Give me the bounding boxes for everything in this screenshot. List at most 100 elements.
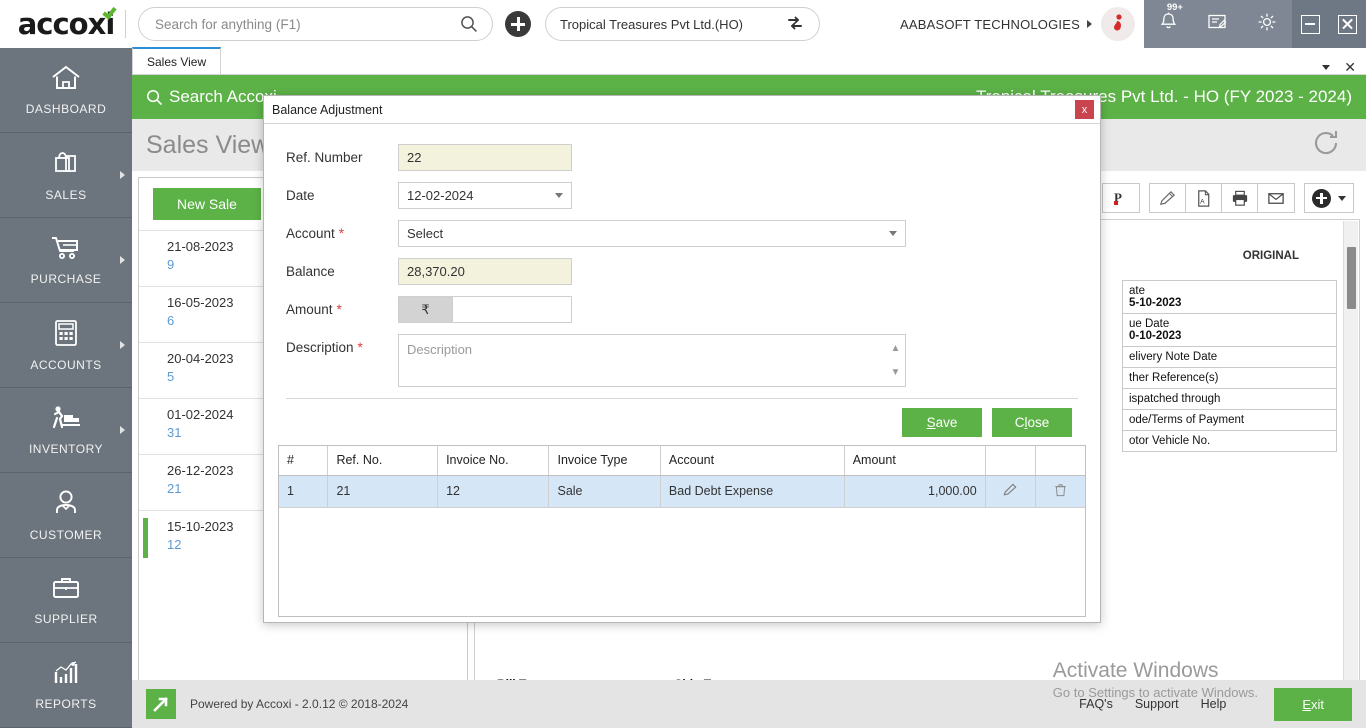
amount-input-group: ₹ [398,296,572,323]
p-icon[interactable]: P [1103,184,1139,212]
save-button[interactable]: Save [902,408,982,437]
description-placeholder: Description [407,342,472,357]
avatar[interactable] [1101,7,1135,41]
footer-links: FAQ's Support Help Exit [1079,688,1352,721]
account-select[interactable]: Select [398,220,906,247]
sidebar-item-inventory[interactable]: INVENTORY [0,388,132,473]
chevron-down-icon[interactable]: ▼ [891,367,901,378]
global-search[interactable] [138,7,493,41]
print-icon[interactable] [1222,184,1258,212]
sidebar-item-accounts[interactable]: ACCOUNTS [0,303,132,388]
cell-invoice-no: 12 [438,475,549,507]
gear-icon[interactable] [1256,11,1278,38]
toolbar-group-p: P [1102,183,1140,213]
document-scrollbar[interactable] [1343,221,1358,726]
chevron-down-icon[interactable] [1322,65,1330,70]
chevron-down-icon [889,231,897,236]
col-account: Account [660,446,844,475]
tab-sales-view[interactable]: Sales View [132,47,221,74]
dialog-title: Balance Adjustment [272,103,383,117]
date-field[interactable]: 12-02-2024 [398,182,572,209]
edit-icon[interactable] [1150,184,1186,212]
balance-label: Balance [286,264,398,279]
ref-number-field[interactable]: 22 [398,144,572,171]
description-spinner[interactable]: ▲ ▼ [887,336,904,385]
amount-input[interactable] [452,296,572,323]
table-row: ther Reference(s) [1123,368,1337,389]
tab-strip: Sales View ✕ [132,48,1366,75]
help-link[interactable]: Help [1201,697,1227,711]
sidebar-item-label: PURCHASE [31,272,102,286]
table-row: ue Date 0-10-2023 [1123,314,1337,347]
sidebar-item-purchase[interactable]: PURCHASE [0,218,132,303]
sidebar-item-supplier[interactable]: SUPPLIER [0,558,132,643]
exit-button[interactable]: Exit [1274,688,1352,721]
exit-label-e: E [1302,697,1311,712]
app-logo: accoxi [0,0,132,48]
col-index: # [279,446,328,475]
close-tab-icon[interactable]: ✕ [1344,60,1356,74]
support-link[interactable]: Support [1135,697,1179,711]
meta-cell: otor Vehicle No. [1123,431,1337,452]
balance-field: 28,370.20 [398,258,572,285]
sidebar-item-customer[interactable]: CUSTOMER [0,473,132,558]
accoxi-search[interactable]: Search Accoxi [146,87,277,107]
search-input[interactable] [153,16,460,33]
meta-label: ther Reference(s) [1129,372,1330,384]
message-icon[interactable] [1206,12,1228,37]
close-icon[interactable] [1338,15,1357,34]
sidebar-item-label: INVENTORY [29,442,103,456]
field-row-ref-number: Ref. Number 22 [286,144,1078,171]
col-amount: Amount [844,446,985,475]
required-marker: * [339,226,344,241]
account-label-text: Account [286,226,335,241]
balance-adjustment-dialog: Balance Adjustment x Ref. Number 22 Date… [263,95,1101,623]
dialog-body: Ref. Number 22 Date 12-02-2024 Account* … [264,124,1100,445]
table-header-row: # Ref. No. Invoice No. Invoice Type Acco… [279,446,1085,475]
meta-cell: ispatched through [1123,389,1337,410]
field-row-date: Date 12-02-2024 [286,182,1078,209]
system-icons: 99+ [1144,0,1292,48]
chevron-right-icon [1087,20,1092,28]
sidebar-item-dashboard[interactable]: DASHBOARD [0,48,132,133]
required-marker: * [337,302,342,317]
close-label-rest: ose [1027,415,1049,430]
col-invoice-type: Invoice Type [549,446,660,475]
sidebar-item-label: SUPPLIER [34,612,97,626]
search-icon [460,15,478,33]
sidebar-item-sales[interactable]: SALES [0,133,132,218]
sidebar-item-reports[interactable]: REPORTS [0,643,132,728]
company-selector[interactable]: Tropical Treasures Pvt Ltd.(HO) [545,7,820,41]
switch-company-icon[interactable] [785,13,805,36]
new-sale-button[interactable]: New Sale [153,188,261,220]
scrollbar-thumb[interactable] [1347,247,1356,309]
calculator-icon [52,318,80,353]
table-row[interactable]: 1 21 12 Sale Bad Debt Expense 1,000.00 [279,475,1085,507]
amount-label-text: Amount [286,302,333,317]
row-edit-button[interactable] [985,475,1035,507]
field-row-description: Description* Description ▲ ▼ [286,334,1078,387]
faq-link[interactable]: FAQ's [1079,697,1113,711]
bell-icon[interactable]: 99+ [1158,11,1179,38]
pdf-icon[interactable]: A [1186,184,1222,212]
row-delete-button[interactable] [1035,475,1085,507]
meta-cell: ate 5-10-2023 [1123,281,1337,314]
chevron-down-icon [555,193,563,198]
window-controls [1292,0,1366,48]
sidebar-item-label: SALES [45,188,86,202]
dialog-close-button[interactable]: x [1075,100,1094,119]
description-textarea[interactable]: Description ▲ ▼ [398,334,906,387]
add-dropdown-button[interactable] [1304,183,1354,213]
col-edit [985,446,1035,475]
cell-index: 1 [279,475,328,507]
ref-number-label: Ref. Number [286,150,398,165]
refresh-icon[interactable] [1310,127,1342,164]
save-accel: S [927,415,936,430]
email-icon[interactable] [1258,184,1294,212]
close-button[interactable]: Close [992,408,1072,437]
minimize-icon[interactable] [1301,15,1320,34]
description-label-text: Description [286,340,354,355]
add-new-button[interactable] [505,11,531,37]
chevron-up-icon[interactable]: ▲ [891,343,901,354]
organization-area[interactable]: AABASOFT TECHNOLOGIES [900,0,1135,48]
